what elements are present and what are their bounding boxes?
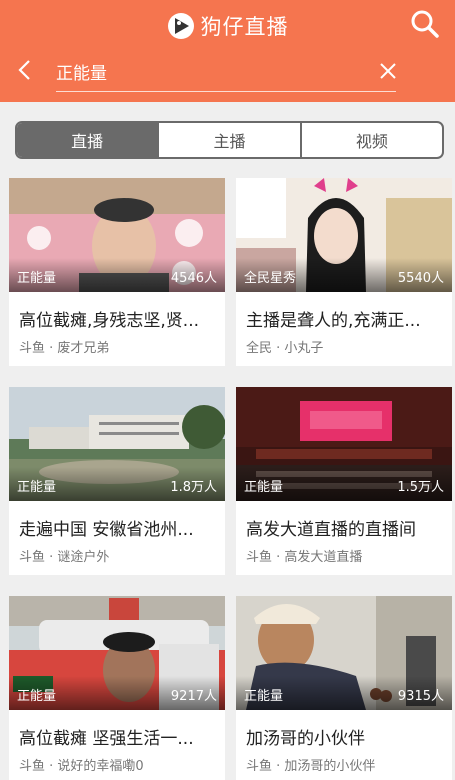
card-platform: 斗鱼 (19, 341, 46, 356)
card-thumbnail: 正能量 9217人 (9, 596, 225, 710)
card-viewer-count: 1.8万人 (170, 480, 217, 495)
card-viewer-count: 9217人 (170, 689, 217, 704)
card-anchor: 加汤哥的小伙伴 (284, 759, 376, 774)
live-card[interactable]: 正能量 9217人 高位截瘫 坚强生活一... 斗鱼 · 说好的幸福嘞0 (9, 596, 225, 780)
card-thumbnail: 正能量 4546人 (9, 178, 225, 292)
card-category: 正能量 (17, 271, 57, 286)
card-thumbnail: 全民星秀 5540人 (236, 178, 452, 292)
card-title: 加汤哥的小伙伴 (246, 729, 365, 749)
card-meta: 斗鱼 · 谜途户外 (19, 550, 110, 565)
card-viewer-count: 5540人 (397, 271, 444, 286)
card-category: 正能量 (17, 689, 57, 704)
card-viewer-count: 1.5万人 (397, 480, 444, 495)
card-platform: 全民 (246, 341, 273, 356)
card-viewer-count: 9315人 (397, 689, 444, 704)
card-viewer-count: 4546人 (170, 271, 217, 286)
card-meta: 斗鱼 · 废才兄弟 (19, 341, 110, 356)
card-thumbnail: 正能量 1.8万人 (9, 387, 225, 501)
live-card[interactable]: 全民星秀 5540人 主播是聋人的,充满正... 全民 · 小丸子 (236, 178, 452, 366)
card-category: 正能量 (244, 689, 284, 704)
live-results-grid: 正能量 4546人 高位截瘫,身残志坚,贤... 斗鱼 · 废才兄弟 全民星秀 … (0, 0, 455, 780)
card-platform: 斗鱼 (246, 759, 273, 774)
card-category: 正能量 (244, 480, 284, 495)
card-anchor: 说好的幸福嘞0 (57, 759, 144, 774)
card-platform: 斗鱼 (19, 550, 46, 565)
card-title: 主播是聋人的,充满正... (246, 311, 421, 331)
live-card[interactable]: 正能量 9315人 加汤哥的小伙伴 斗鱼 · 加汤哥的小伙伴 (236, 596, 452, 780)
card-category: 全民星秀 (244, 271, 297, 286)
card-title: 走遍中国 安徽省池州... (19, 520, 194, 540)
card-platform: 斗鱼 (19, 759, 46, 774)
card-meta: 斗鱼 · 加汤哥的小伙伴 (246, 759, 376, 774)
card-category: 正能量 (17, 480, 57, 495)
card-anchor: 废才兄弟 (57, 341, 110, 356)
card-anchor: 谜途户外 (57, 550, 110, 565)
card-title: 高位截瘫,身残志坚,贤... (19, 311, 200, 331)
card-title: 高发大道直播的直播间 (246, 520, 416, 540)
card-platform: 斗鱼 (246, 550, 273, 565)
live-card[interactable]: 正能量 4546人 高位截瘫,身残志坚,贤... 斗鱼 · 废才兄弟 (9, 178, 225, 366)
live-card[interactable]: 正能量 1.8万人 走遍中国 安徽省池州... 斗鱼 · 谜途户外 (9, 387, 225, 575)
card-anchor: 高发大道直播 (284, 550, 363, 565)
card-meta: 斗鱼 · 说好的幸福嘞0 (19, 759, 144, 774)
card-title: 高位截瘫 坚强生活一... (19, 729, 194, 749)
card-thumbnail: 正能量 9315人 (236, 596, 452, 710)
card-meta: 全民 · 小丸子 (246, 341, 324, 356)
card-anchor: 小丸子 (284, 341, 324, 356)
card-meta: 斗鱼 · 高发大道直播 (246, 550, 363, 565)
card-thumbnail: 正能量 1.5万人 (236, 387, 452, 501)
live-card[interactable]: 正能量 1.5万人 高发大道直播的直播间 斗鱼 · 高发大道直播 (236, 387, 452, 575)
